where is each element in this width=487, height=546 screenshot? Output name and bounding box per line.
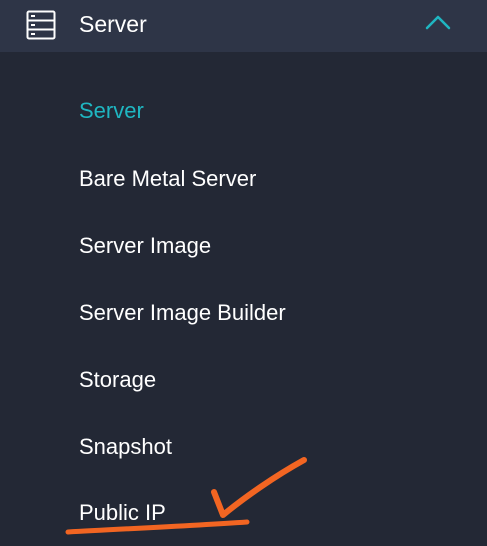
server-section-header[interactable]: Server: [0, 0, 487, 52]
menu-item-server[interactable]: Server: [79, 98, 144, 124]
section-title: Server: [79, 11, 147, 37]
menu-item-public-ip[interactable]: Public IP: [79, 500, 166, 526]
menu-item-server-image[interactable]: Server Image: [79, 233, 211, 259]
annotation-checkmark: [65, 457, 307, 535]
annotation-check: [211, 457, 307, 518]
menu-item-storage[interactable]: Storage: [79, 367, 156, 393]
chevron-up-icon[interactable]: [424, 12, 452, 32]
menu-item-snapshot[interactable]: Snapshot: [79, 434, 172, 460]
menu-item-server-image-builder[interactable]: Server Image Builder: [79, 300, 286, 326]
menu-item-bare-metal-server[interactable]: Bare Metal Server: [79, 166, 256, 192]
server-rack-icon: [26, 10, 56, 40]
